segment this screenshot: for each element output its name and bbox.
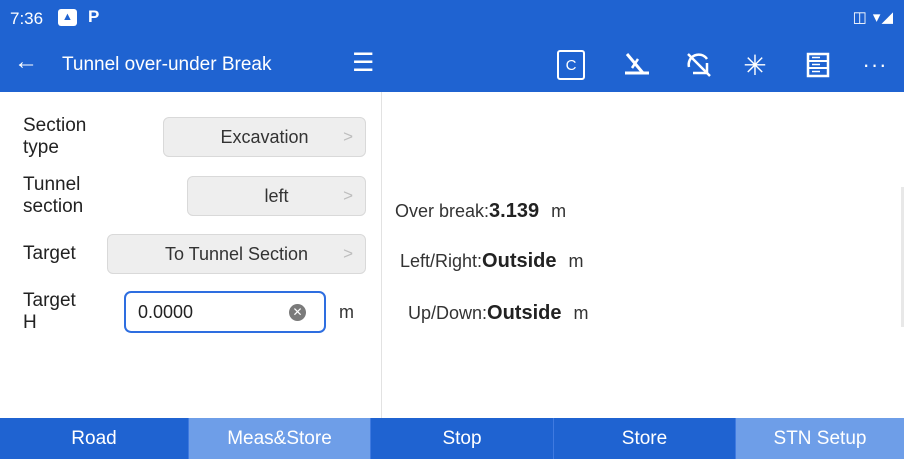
section-type-label: Section type bbox=[23, 115, 87, 158]
up-down-result: Up/Down:Outside m bbox=[408, 302, 588, 325]
chevron-right-icon: > bbox=[343, 127, 353, 146]
hamburger-menu-icon[interactable]: ☰ bbox=[352, 49, 374, 77]
chevron-right-icon: > bbox=[343, 244, 353, 263]
back-arrow-icon[interactable]: ← bbox=[14, 50, 38, 74]
up-down-label: Up/Down: bbox=[408, 303, 488, 323]
app-bar: ← Tunnel over-under Break ☰ C ✳ ··· bbox=[0, 38, 904, 92]
target-label: Target bbox=[23, 243, 76, 264]
tab-stop[interactable]: Stop bbox=[371, 418, 554, 459]
target-h-field[interactable]: ✕ bbox=[124, 291, 326, 333]
left-right-result: Left/Right:Outside m bbox=[400, 250, 584, 273]
over-break-value: 3.139 bbox=[489, 200, 540, 222]
over-break-unit: m bbox=[551, 201, 567, 221]
target-h-unit: m bbox=[339, 301, 354, 322]
clear-icon[interactable]: ✕ bbox=[289, 303, 306, 321]
gallery-icon: ▲ bbox=[58, 9, 77, 26]
tunnel-section-value: left bbox=[264, 185, 289, 206]
tab-meas-store[interactable]: Meas&Store bbox=[189, 418, 371, 459]
tab-stn-setup[interactable]: STN Setup bbox=[736, 418, 904, 459]
no-signal-icon[interactable] bbox=[682, 50, 716, 80]
page-title: Tunnel over-under Break bbox=[62, 54, 272, 75]
form-panel: Section type Excavation > Tunnel section… bbox=[0, 92, 382, 418]
survey-pole-icon[interactable] bbox=[618, 50, 654, 80]
parking-p-icon: P bbox=[88, 7, 100, 26]
target-value: To Tunnel Section bbox=[164, 243, 309, 264]
chevron-right-icon: > bbox=[343, 186, 353, 205]
over-break-label: Over break: bbox=[395, 201, 490, 221]
target-h-label: Target H bbox=[23, 290, 76, 333]
storage-list-icon[interactable] bbox=[803, 50, 833, 80]
over-break-result: Over break:3.139 m bbox=[395, 200, 566, 223]
tab-store[interactable]: Store bbox=[554, 418, 736, 459]
target-select[interactable]: To Tunnel Section > bbox=[107, 234, 366, 274]
bottom-tab-bar: Road Meas&Store Stop Store STN Setup bbox=[0, 418, 904, 459]
laser-star-icon[interactable]: ✳ bbox=[738, 50, 772, 81]
section-type-select[interactable]: Excavation > bbox=[163, 117, 366, 157]
tunnel-section-label: Tunnel section bbox=[23, 174, 84, 217]
tab-road[interactable]: Road bbox=[0, 418, 189, 459]
up-down-value: Outside bbox=[487, 302, 562, 324]
signal-icon: ◫ ▾◢ bbox=[852, 9, 894, 26]
target-h-input[interactable] bbox=[138, 301, 278, 323]
left-right-unit: m bbox=[568, 251, 584, 271]
left-right-value: Outside bbox=[482, 250, 557, 272]
more-dots-icon[interactable]: ··· bbox=[860, 50, 890, 80]
status-time: 7:36 bbox=[10, 9, 44, 28]
left-right-label: Left/Right: bbox=[400, 251, 483, 271]
tunnel-section-select[interactable]: left > bbox=[187, 176, 366, 216]
status-bar: 7:36 ▲ P ◫ ▾◢ bbox=[0, 0, 904, 38]
up-down-unit: m bbox=[573, 303, 589, 323]
section-type-value: Excavation bbox=[220, 126, 309, 147]
c-box-icon[interactable]: C bbox=[557, 50, 585, 80]
results-panel: Over break:3.139 m Left/Right:Outside m Up… bbox=[383, 92, 904, 418]
